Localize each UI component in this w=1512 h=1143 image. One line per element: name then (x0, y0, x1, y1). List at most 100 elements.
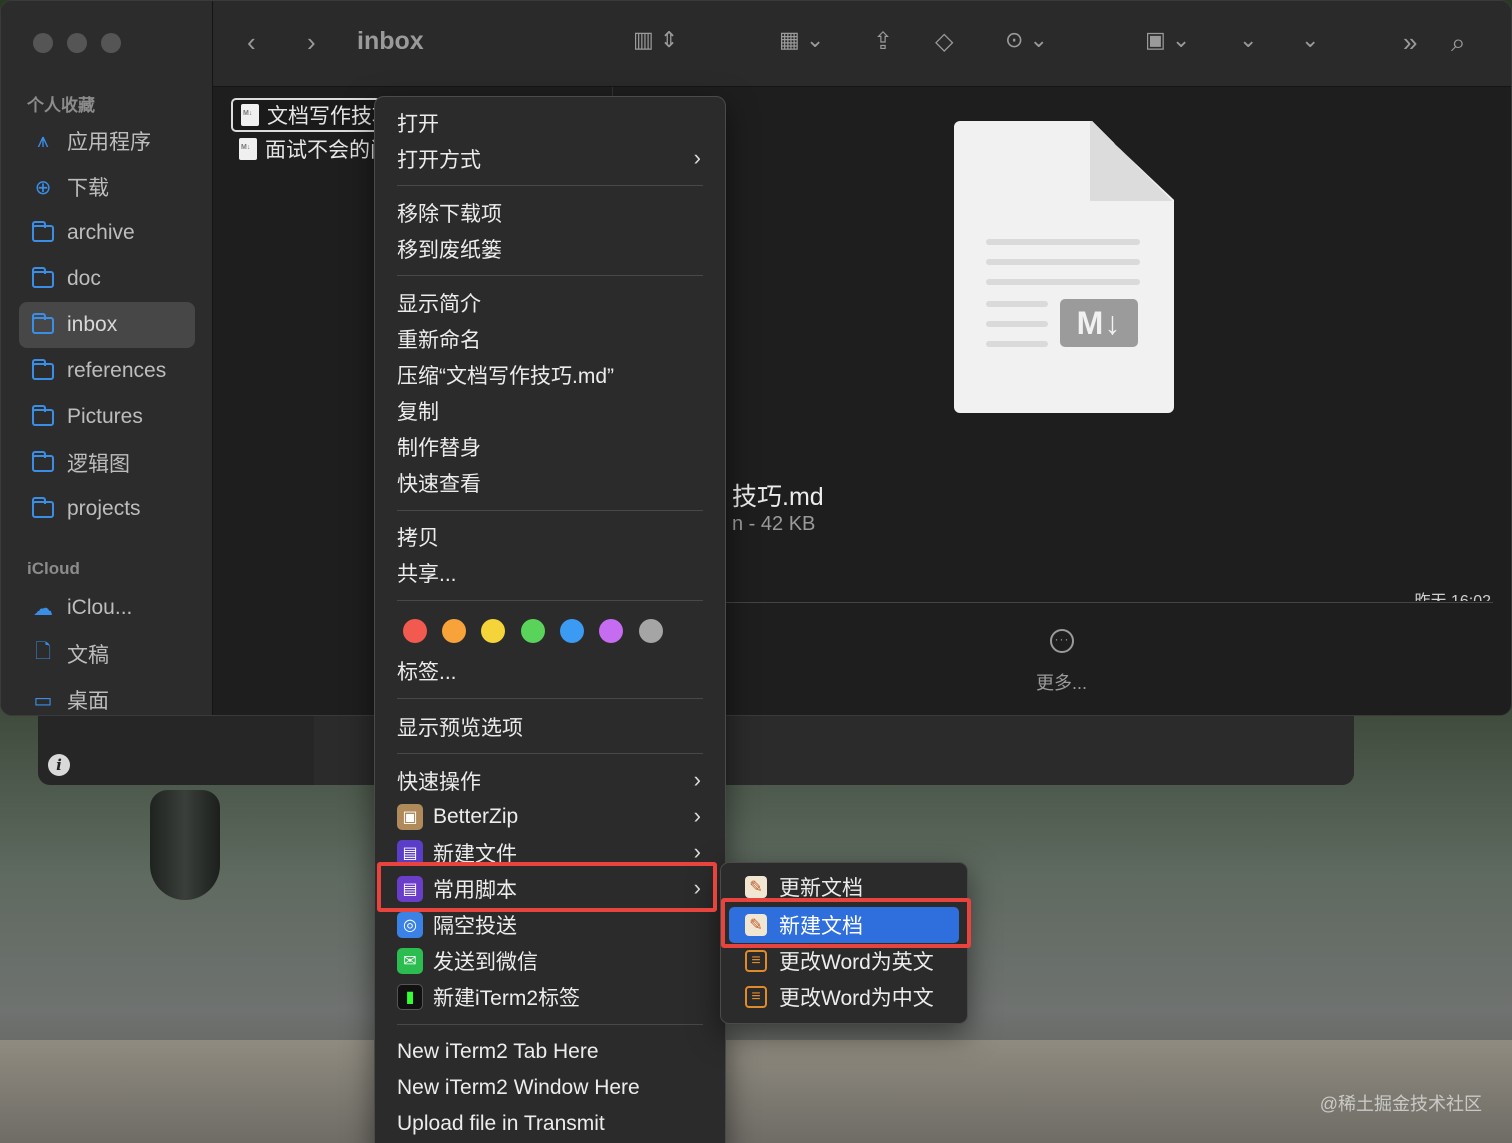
tag-color-red[interactable] (403, 619, 427, 643)
close-button[interactable] (33, 33, 53, 53)
folder-icon (31, 266, 55, 289)
tag-color-yellow[interactable] (481, 619, 505, 643)
context-menu: 打开 打开方式 › 移除下载项 移到废纸篓 显示简介 重新命名 压缩“文档写作技巧… (374, 96, 726, 1143)
watermark: @稀土掘金技术社区 (1319, 1094, 1482, 1114)
sidebar-item-label: 逻辑图 (67, 453, 130, 476)
sidebar-item-doc[interactable]: doc (19, 256, 195, 302)
highlight-common-scripts (377, 862, 717, 912)
menu-item-label: 拷贝 (397, 527, 439, 550)
overflow-icon[interactable]: » (1403, 27, 1417, 58)
tag-icon[interactable]: ◇ (935, 27, 953, 56)
menu-item-label: 复制 (397, 401, 439, 424)
menu-item-get-info[interactable]: 显示简介 (381, 285, 719, 321)
file-row[interactable]: 文档写作技巧.md (231, 98, 381, 132)
menu-item-new-iterm2-tab[interactable]: New iTerm2 Tab Here (381, 1034, 719, 1070)
sidebar-item-applications[interactable]: ⩚ 应用程序 (19, 118, 195, 164)
desktop-icon: ▭ (33, 689, 53, 712)
menu-item-duplicate[interactable]: 复制 (381, 393, 719, 429)
menu-item-open[interactable]: 打开 (381, 105, 719, 141)
cloud-icon: ☁ (33, 597, 53, 620)
folder-icon (31, 220, 55, 243)
menu-item-make-alias[interactable]: 制作替身 (381, 429, 719, 465)
menu-item-label: 压缩“文档写作技巧.md” (397, 365, 614, 388)
menu-item-quick-actions[interactable]: 快速操作 › (381, 763, 719, 799)
menu-item-airdrop[interactable]: ◎ 隔空投送 (381, 907, 719, 943)
sidebar-item-references[interactable]: references (19, 348, 195, 394)
menu-separator (397, 510, 703, 511)
menu-separator (397, 698, 703, 699)
more-actions-button[interactable]: ⊙ ⌄ (1005, 27, 1048, 53)
group-button[interactable]: ▦ ⌄ (779, 27, 824, 53)
sidebar-item-inbox[interactable]: inbox (19, 302, 195, 348)
menu-item-label: 移除下载项 (397, 203, 502, 226)
dropdown-button-2[interactable]: ⌄ (1301, 27, 1319, 53)
menu-item-new-iterm2-window[interactable]: New iTerm2 Window Here (381, 1070, 719, 1106)
script-file-icon: ≡ (745, 950, 767, 972)
menu-item-show-preview-options[interactable]: 显示预览选项 (381, 709, 719, 745)
menu-item-new-iterm2-tag[interactable]: ▮ 新建iTerm2标签 (381, 979, 719, 1015)
preview-meta: n - 42 KB (732, 513, 816, 535)
menu-item-quick-look[interactable]: 快速查看 (381, 465, 719, 501)
preview-date: 昨天 16:02 (1415, 587, 1492, 601)
tag-color-orange[interactable] (442, 619, 466, 643)
share-icon[interactable]: ⇪ (873, 27, 893, 56)
sidebar-item-downloads[interactable]: ⊕ 下载 (19, 164, 195, 210)
menu-item-betterzip[interactable]: ▣ BetterZip › (381, 799, 719, 835)
minimize-button[interactable] (67, 33, 87, 53)
menu-item-move-to-trash[interactable]: 移到废纸篓 (381, 231, 719, 267)
icloud-header: iCloud (27, 559, 80, 578)
extension-button[interactable]: ▣ ⌄ (1145, 27, 1190, 53)
menu-item-copy[interactable]: 拷贝 (381, 519, 719, 555)
sidebar-item-archive[interactable]: archive (19, 210, 195, 256)
sidebar-item-logic-diagrams[interactable]: 逻辑图 (19, 440, 195, 486)
zoom-button[interactable] (101, 33, 121, 53)
sidebar-item-documents[interactable]: 🗋 文稿 (19, 631, 195, 677)
window-controls (33, 33, 121, 53)
menu-item-tags[interactable]: 标签... (381, 653, 719, 689)
tag-color-gray[interactable] (639, 619, 663, 643)
sidebar-item-icloud-drive[interactable]: ☁ iClou... (19, 585, 195, 631)
file-row[interactable]: 面试不会的问题.md (231, 132, 381, 166)
menu-item-compress[interactable]: 压缩“文档写作技巧.md” (381, 357, 719, 393)
menu-item-label: Upload file in Transmit (397, 1112, 605, 1135)
menu-separator (397, 1024, 703, 1025)
menu-item-open-with[interactable]: 打开方式 › (381, 141, 719, 177)
airdrop-icon: ◎ (397, 912, 423, 938)
submenu-item-word-to-english[interactable]: ≡ 更改Word为英文 (729, 943, 959, 979)
document-fold (1090, 121, 1174, 201)
menu-item-share[interactable]: 共享... (381, 555, 719, 591)
view-mode-button[interactable]: ▥ ⇕ (633, 27, 678, 53)
folder-icon (31, 358, 55, 381)
tag-color-green[interactable] (521, 619, 545, 643)
more-button[interactable]: 更多... (1036, 669, 1087, 695)
sidebar-item-label: iClou... (67, 596, 133, 619)
menu-item-label: 制作替身 (397, 437, 481, 460)
menu-item-rename[interactable]: 重新命名 (381, 321, 719, 357)
menu-item-upload-transmit[interactable]: Upload file in Transmit (381, 1106, 719, 1142)
info-icon[interactable]: i (48, 754, 70, 776)
tag-color-blue[interactable] (560, 619, 584, 643)
doc-line (986, 279, 1140, 285)
sidebar-item-projects[interactable]: projects (19, 486, 195, 532)
menu-separator (397, 753, 703, 754)
tag-color-purple[interactable] (599, 619, 623, 643)
sidebar-item-pictures[interactable]: Pictures (19, 394, 195, 440)
menu-item-send-wechat[interactable]: ✉ 发送到微信 (381, 943, 719, 979)
doc-line (986, 341, 1048, 347)
iterm2-icon: ▮ (397, 984, 423, 1010)
menu-item-label: New iTerm2 Tab Here (397, 1040, 599, 1063)
wechat-icon: ✉ (397, 948, 423, 974)
more-icon[interactable]: ··· (1050, 629, 1074, 653)
script-icon: ✎ (745, 876, 767, 898)
fountain-image (150, 790, 220, 900)
submenu-item-word-to-chinese[interactable]: ≡ 更改Word为中文 (729, 979, 959, 1015)
menu-item-remove-download[interactable]: 移除下载项 (381, 195, 719, 231)
menu-item-label: 打开方式 (397, 149, 481, 172)
back-button[interactable]: ‹ (247, 27, 256, 58)
forward-button[interactable]: › (307, 27, 316, 58)
sidebar-item-desktop[interactable]: ▭ 桌面 (19, 677, 195, 715)
dropdown-button[interactable]: ⌄ (1239, 27, 1257, 53)
markdown-file-icon (239, 138, 257, 160)
search-icon[interactable]: ⌕ (1451, 27, 1466, 59)
doc-line (986, 239, 1140, 245)
